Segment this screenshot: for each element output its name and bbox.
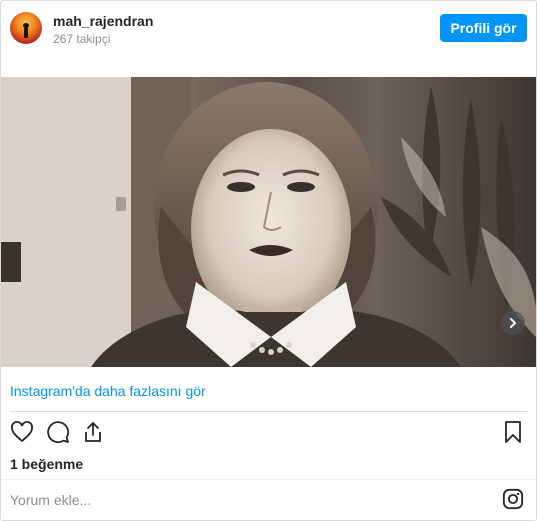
post-image[interactable]: [1, 77, 536, 367]
action-bar: [1, 419, 536, 449]
instagram-icon[interactable]: [502, 488, 524, 510]
avatar[interactable]: [10, 12, 42, 44]
more-on-instagram: Instagram'da daha fazlasını gör: [10, 367, 525, 399]
chevron-right-icon: [510, 318, 517, 328]
view-profile-button[interactable]: Profili gör: [440, 14, 527, 42]
post-photo-illustration: [1, 77, 536, 367]
heart-icon[interactable]: [9, 419, 35, 445]
comment-icon[interactable]: [45, 419, 71, 445]
share-icon[interactable]: [80, 419, 106, 445]
instagram-embed: mah_rajendran 267 takipçi Profili gör In…: [0, 0, 537, 521]
post-header: mah_rajendran 267 takipçi Profili gör: [1, 1, 536, 57]
next-image-button[interactable]: [501, 311, 525, 335]
divider: [10, 411, 527, 412]
comment-input[interactable]: Yorum ekle...: [10, 492, 91, 508]
username[interactable]: mah_rajendran: [53, 13, 153, 29]
more-on-instagram-link[interactable]: Instagram'da daha fazlasını gör: [10, 383, 206, 399]
follower-count: 267 takipçi: [53, 32, 111, 46]
divider: [1, 479, 536, 480]
like-count[interactable]: 1 beğenme: [10, 456, 83, 472]
bookmark-icon[interactable]: [500, 419, 526, 445]
